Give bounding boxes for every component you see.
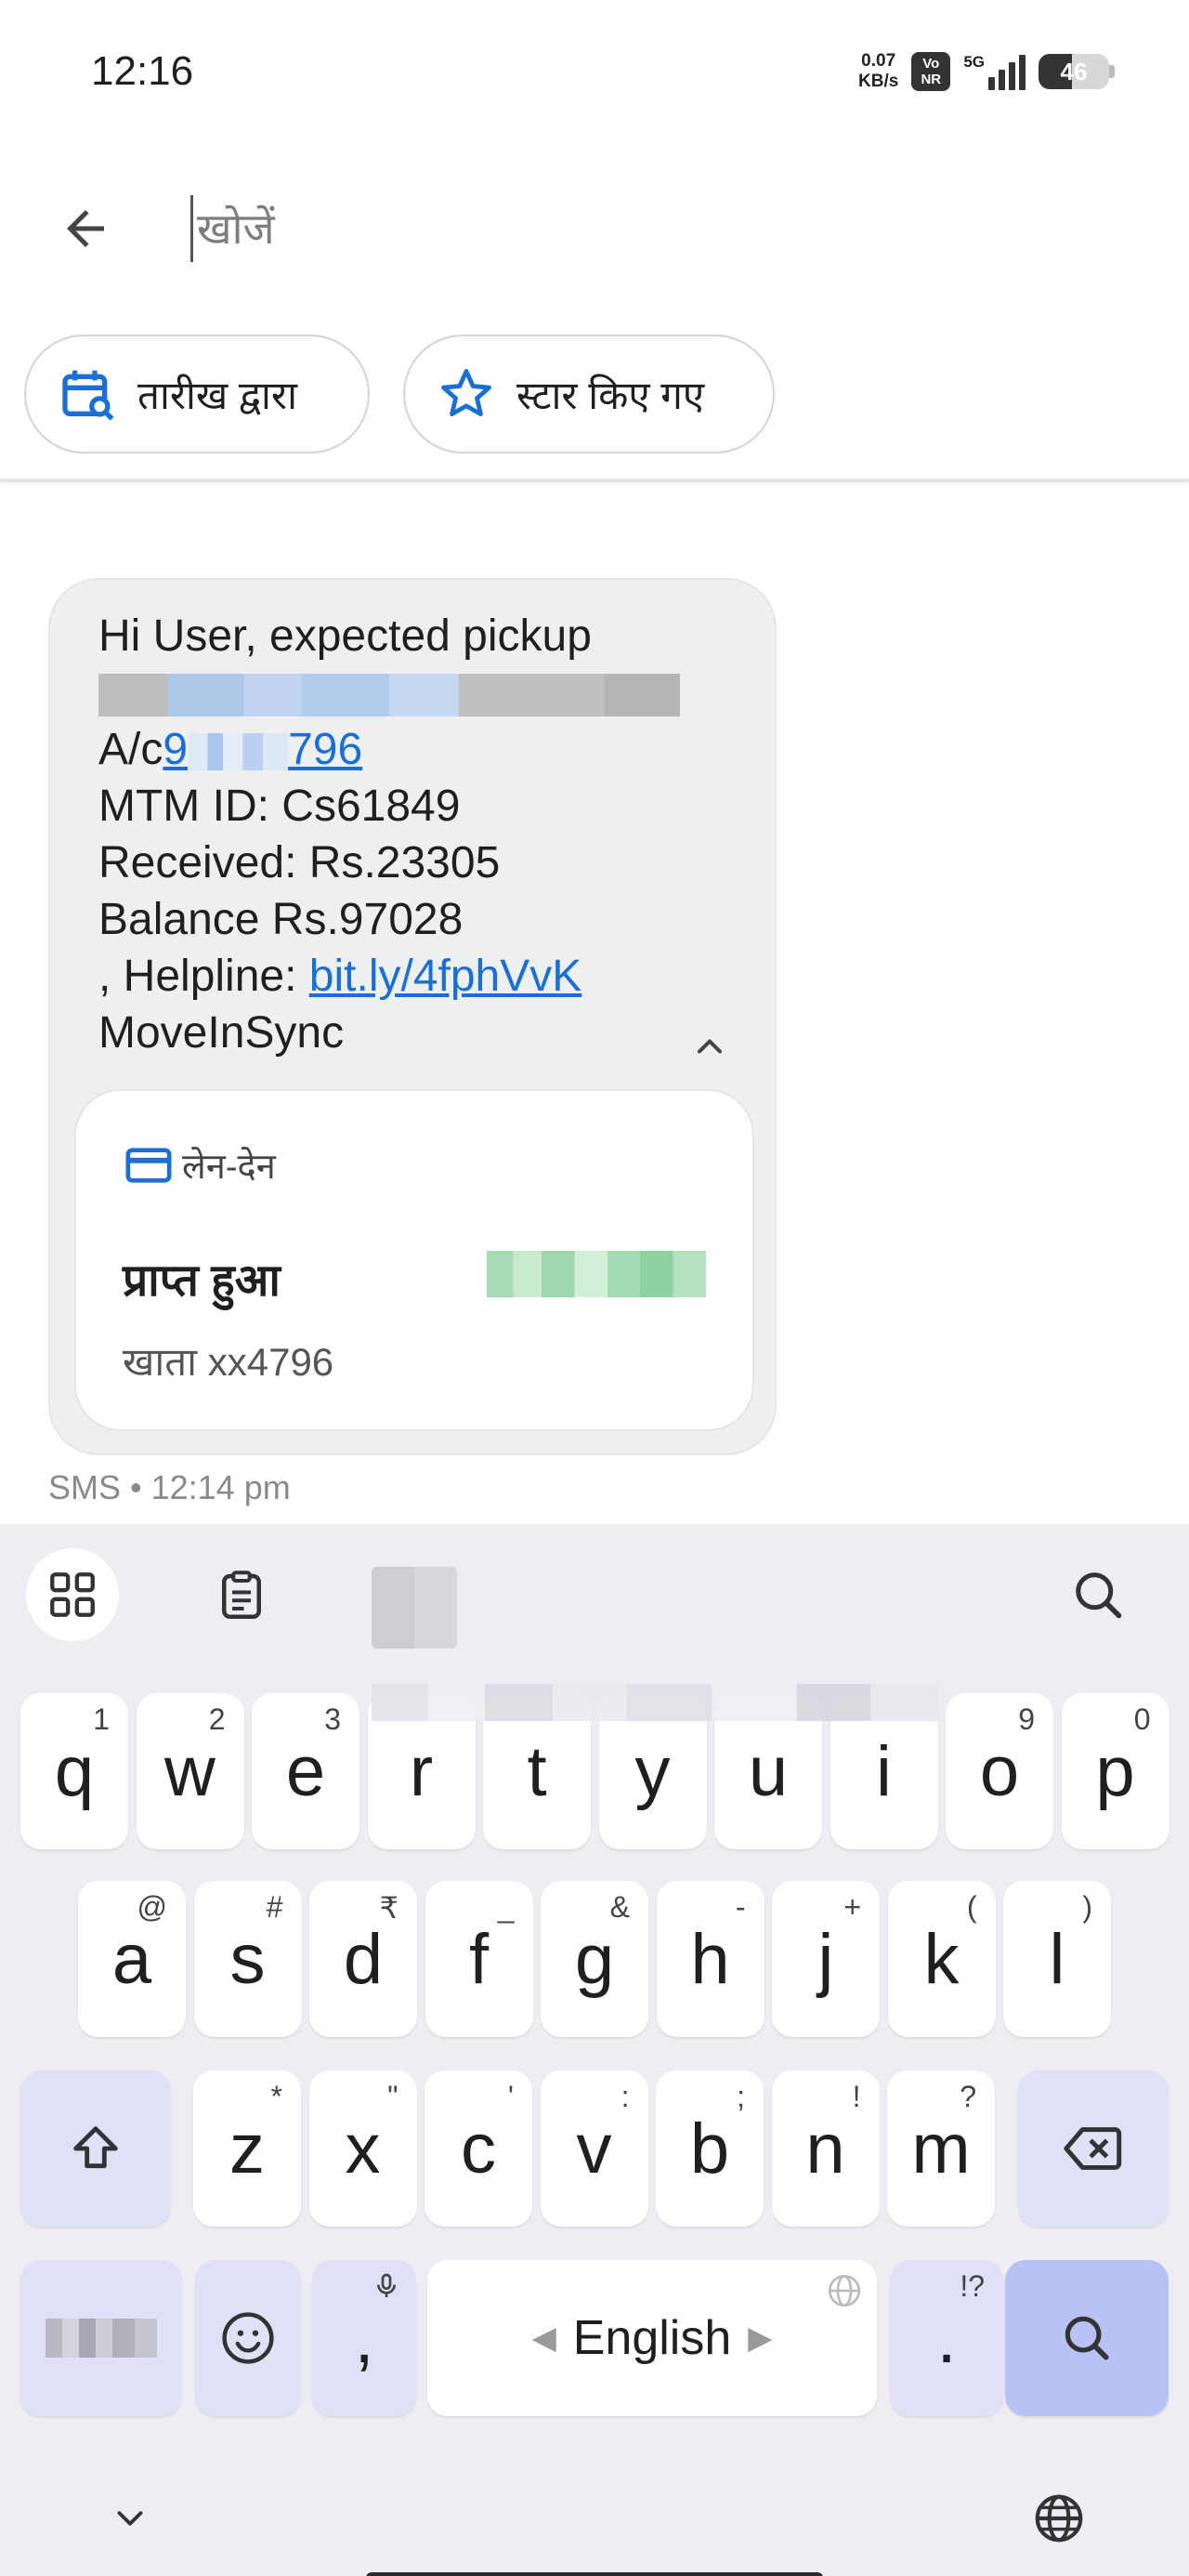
home-indicator[interactable] (366, 2572, 823, 2576)
chevron-down-icon (117, 2511, 143, 2526)
calendar-search-icon (62, 370, 114, 421)
filter-chips: तारीख द्वारा स्टार किए गए (24, 335, 775, 453)
backspace-key[interactable] (1018, 2070, 1169, 2227)
account-number-link[interactable]: 9 796 (163, 725, 362, 774)
transaction-title: प्राप्त हुआ (123, 1256, 281, 1306)
redacted-text (98, 664, 680, 721)
space-key[interactable]: ◀ English ▶ (427, 2260, 877, 2416)
filter-starred-label: स्टार किए गए (516, 373, 705, 417)
search-input[interactable] (190, 195, 1026, 262)
arrow-back-icon (67, 210, 104, 247)
shift-icon (73, 2126, 118, 2169)
search-action-key[interactable] (1005, 2260, 1169, 2416)
key-m[interactable]: m? (887, 2070, 995, 2227)
globe-icon (1035, 2494, 1083, 2543)
back-button[interactable] (48, 191, 123, 266)
battery-level: 46 (1060, 58, 1088, 85)
message-bubble[interactable]: Hi User, expected pickup A/c9 796 MTM ID:… (48, 578, 777, 1455)
key-g[interactable]: g & (541, 1881, 648, 2037)
key-x[interactable]: x " (308, 2070, 417, 2227)
keyboard-bottom-bar (0, 2481, 1189, 2576)
backspace-icon (1064, 2127, 1122, 2170)
transaction-account: खाता xx4796 (123, 1340, 334, 1384)
chevron-up-icon (697, 1039, 723, 1054)
status-icons: 0.07 KB/s Vo NR 5G 46 (858, 48, 1115, 95)
key-p[interactable]: p0 (1061, 1693, 1169, 1849)
key-h[interactable]: h- (656, 1881, 764, 2037)
key-q[interactable]: q1 (20, 1693, 128, 1849)
key-n[interactable]: n! (771, 2070, 880, 2227)
hide-keyboard-button[interactable] (84, 2481, 176, 2556)
filter-by-date-chip[interactable]: तारीख द्वारा (24, 335, 370, 453)
volte-icon: Vo NR (911, 52, 951, 91)
key-o[interactable]: o9 (946, 1693, 1053, 1849)
filter-by-date-label: तारीख द्वारा (137, 373, 297, 417)
redacted-suggestion (372, 1684, 938, 1721)
battery-icon: 46 (1039, 54, 1115, 89)
header-divider (0, 479, 1189, 482)
search-bar (0, 158, 1189, 288)
network-type: 5G (963, 53, 985, 71)
collapse-button[interactable] (682, 1019, 738, 1074)
message-meta: SMS • 12:14 pm (48, 1468, 291, 1506)
key-l[interactable]: l) (1003, 1881, 1111, 2037)
grid-icon (50, 1572, 95, 1617)
key-c[interactable]: c ' (425, 2070, 532, 2227)
clipboard-button[interactable] (195, 1548, 288, 1641)
status-bar: 12:16 0.07 KB/s Vo NR 5G 46 (0, 0, 1189, 149)
clipboard-icon (222, 1571, 261, 1619)
key-d[interactable]: d ₹ (309, 1881, 417, 2037)
keyboard-toolbar (0, 1524, 1189, 1663)
message-text: Hi User, expected pickup A/c9 796 MTM ID:… (98, 608, 680, 1061)
key-k[interactable]: k( (887, 1881, 996, 2037)
search-icon (1076, 1572, 1122, 1619)
keyboard: q1w2e3rtyuio9p0 a @ s # d ₹ f _ g & h - j + k(l) z * x " c… (0, 1524, 1189, 2576)
key-f[interactable]: f _ (425, 1881, 533, 2037)
key-a[interactable]: a @ (78, 1881, 186, 2037)
key-j[interactable]: j + (772, 1881, 880, 2037)
symbols-key[interactable] (20, 2260, 182, 2416)
emoji-key[interactable] (195, 2260, 301, 2416)
key-z[interactable]: z * (193, 2070, 301, 2227)
key-s[interactable]: s # (193, 1881, 302, 2037)
language-switch-button[interactable] (1013, 2481, 1105, 2556)
redacted-toolbar-item[interactable] (372, 1567, 457, 1649)
key-v[interactable]: v: (540, 2070, 648, 2227)
apps-button[interactable] (26, 1548, 119, 1641)
language-prev-icon: ◀ (531, 2320, 556, 2356)
emoji-icon (222, 2312, 274, 2364)
microphone-icon (377, 2273, 396, 2297)
network-speed: 0.07 KB/s (858, 51, 899, 91)
comma-key[interactable]: , (312, 2260, 416, 2416)
key-b[interactable]: b; (656, 2070, 764, 2227)
key-e[interactable]: e3 (252, 1693, 359, 1849)
language-next-icon: ▶ (748, 2320, 773, 2356)
search-icon (1065, 2316, 1109, 2360)
redacted-key-label (46, 2319, 157, 2358)
helpline-link[interactable]: bit.ly/4fphVvK (309, 952, 581, 1001)
signal-icon: 5G (963, 53, 1026, 90)
star-outline-icon (441, 369, 491, 416)
redacted-amount (487, 1251, 706, 1297)
filter-starred-chip[interactable]: स्टार किए गए (403, 335, 775, 453)
globe-small-icon (828, 2274, 861, 2307)
keyboard-search-button[interactable] (1052, 1548, 1144, 1641)
credit-card-icon (125, 1148, 172, 1183)
transaction-card[interactable]: लेन-देन प्राप्त हुआ खाता xx4796 (74, 1089, 754, 1431)
transaction-type: लेन-देन (123, 1139, 276, 1191)
status-time: 12:16 (91, 48, 194, 94)
key-w[interactable]: w2 (136, 1693, 244, 1849)
shift-key[interactable] (20, 2070, 171, 2227)
period-key[interactable]: . !? (890, 2260, 1003, 2416)
